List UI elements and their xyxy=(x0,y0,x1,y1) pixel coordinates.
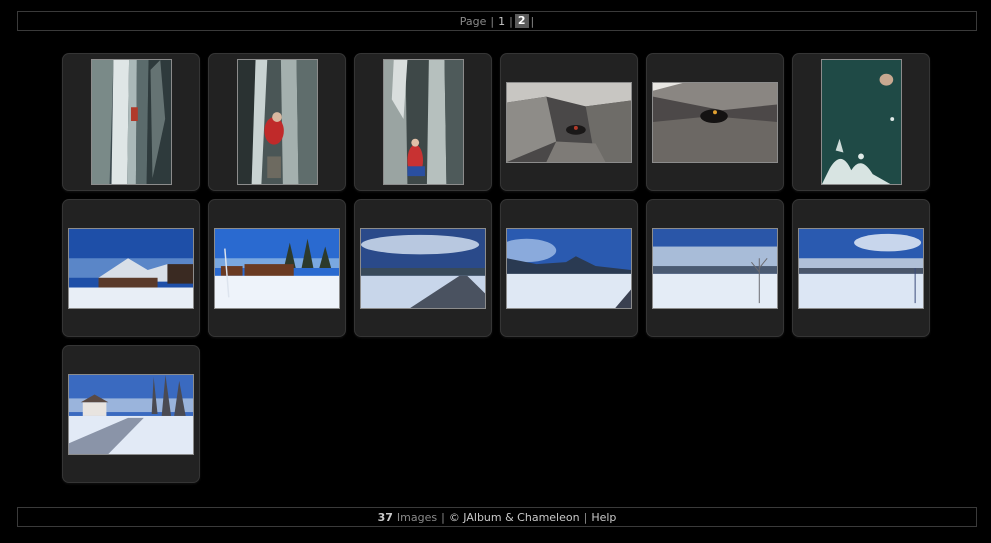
snowy-field-mountains-photo[interactable] xyxy=(506,227,632,309)
ice-crevasse-photo[interactable] xyxy=(90,59,172,185)
water-splash-photo[interactable] xyxy=(820,59,902,185)
thumbnail-6[interactable] xyxy=(792,53,930,191)
thumbnail-7[interactable] xyxy=(62,199,200,337)
page-link-1[interactable]: 1 xyxy=(498,15,505,28)
snowy-cabins-photo[interactable] xyxy=(214,227,340,309)
separator: | xyxy=(530,14,535,28)
thumbnail-8[interactable] xyxy=(208,199,346,337)
snowy-road-sky-photo[interactable] xyxy=(360,227,486,309)
images-label: Images xyxy=(396,510,438,524)
thumbnail-13[interactable] xyxy=(62,345,200,483)
thumbnail-4[interactable] xyxy=(500,53,638,191)
cave-interior-photo[interactable] xyxy=(506,81,632,163)
pagination-bar: Page | 1 | 2 | xyxy=(17,11,977,31)
cave-tunnel-photo[interactable] xyxy=(652,81,778,163)
thumbnail-1[interactable] xyxy=(62,53,200,191)
thumbnail-11[interactable] xyxy=(646,199,784,337)
snowy-village-mountain-photo[interactable] xyxy=(68,227,194,309)
separator: | xyxy=(441,510,445,524)
page-label: Page xyxy=(459,14,487,28)
ice-crevasse-climber-photo[interactable] xyxy=(382,59,464,185)
thumbnail-5[interactable] xyxy=(646,53,784,191)
ice-crevasse-climber-photo[interactable] xyxy=(236,59,318,185)
credit-link[interactable]: © JAlbum & Chameleon xyxy=(449,511,580,524)
snowy-road-houses-photo[interactable] xyxy=(68,373,194,455)
separator: | xyxy=(490,14,495,28)
thumbnail-9[interactable] xyxy=(354,199,492,337)
separator: | xyxy=(583,510,588,524)
separator: | xyxy=(509,14,513,28)
footer-bar: 37 Images | © JAlbum & Chameleon | Help xyxy=(17,507,977,527)
thumbnail-2[interactable] xyxy=(208,53,346,191)
snowy-field-fog-photo[interactable] xyxy=(652,227,778,309)
snowy-field-clouds-photo[interactable] xyxy=(798,227,924,309)
thumbnail-12[interactable] xyxy=(792,199,930,337)
thumbnail-10[interactable] xyxy=(500,199,638,337)
page-current-2: 2 xyxy=(514,14,529,28)
thumbnail-3[interactable] xyxy=(354,53,492,191)
help-link[interactable]: Help xyxy=(591,511,616,524)
image-count: 37 xyxy=(377,510,393,524)
